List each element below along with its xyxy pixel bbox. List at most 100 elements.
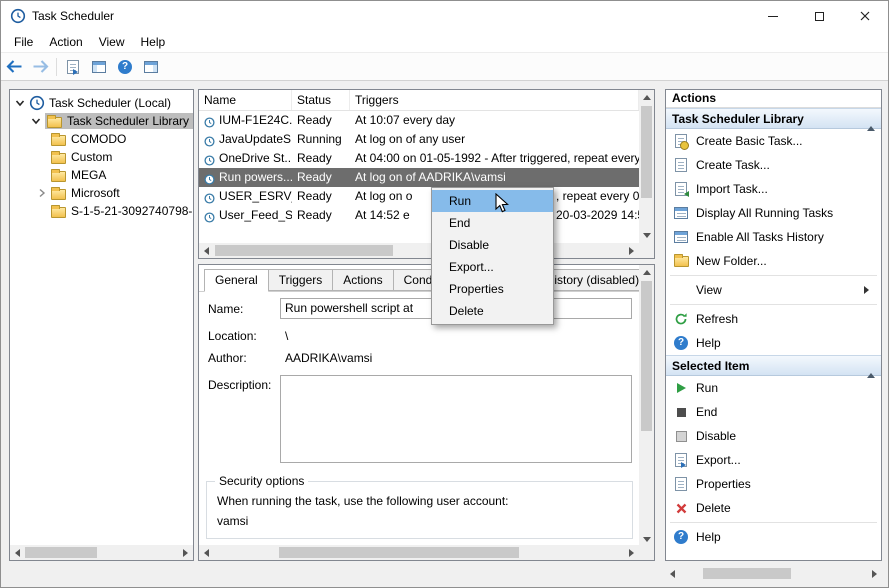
scroll-up-button[interactable]: [639, 265, 654, 280]
action-create-basic-task[interactable]: Create Basic Task...: [666, 129, 881, 153]
task-row[interactable]: User_Feed_S... Ready At 14:52 e20-03-202…: [199, 206, 639, 225]
context-menu-disable[interactable]: Disable: [432, 234, 553, 256]
scroll-right-button[interactable]: [178, 545, 193, 560]
action-pane-button[interactable]: [138, 55, 164, 79]
action-view[interactable]: View: [666, 278, 881, 302]
collapse-icon[interactable]: [867, 112, 875, 126]
action-help-selected[interactable]: Help: [666, 525, 881, 549]
action-create-task[interactable]: Create Task...: [666, 153, 881, 177]
context-menu-export[interactable]: Export...: [432, 256, 553, 278]
menu-action[interactable]: Action: [41, 31, 90, 52]
context-menu-delete[interactable]: Delete: [432, 300, 553, 322]
tree-horizontal-scrollbar[interactable]: [10, 545, 193, 560]
console-tree-button[interactable]: [86, 55, 112, 79]
scroll-down-button[interactable]: [639, 228, 654, 243]
tree-item-library[interactable]: Task Scheduler Library: [10, 112, 193, 130]
action-properties[interactable]: Properties: [666, 472, 881, 496]
task-row[interactable]: OneDrive St... Ready At 04:00 on 01-05-1…: [199, 149, 639, 168]
tree-item-mega[interactable]: MEGA: [10, 166, 193, 184]
scroll-left-button[interactable]: [665, 566, 680, 581]
help-button[interactable]: [112, 55, 138, 79]
close-button[interactable]: [842, 1, 888, 31]
description-field[interactable]: [280, 375, 632, 463]
scroll-right-button[interactable]: [624, 545, 639, 560]
action-label: Help: [696, 336, 721, 350]
column-header-triggers[interactable]: Triggers: [350, 90, 639, 110]
help-icon: [673, 530, 689, 544]
task-row[interactable]: IUM-F1E24C... Ready At 10:07 every day: [199, 111, 639, 130]
tree-item-sid[interactable]: S-1-5-21-3092740798-...: [10, 202, 193, 220]
collapse-expand-icon[interactable]: [15, 98, 25, 108]
scrollbar-thumb[interactable]: [279, 547, 519, 558]
column-header-status[interactable]: Status: [292, 90, 350, 110]
scroll-left-button[interactable]: [10, 545, 25, 560]
action-end[interactable]: End: [666, 400, 881, 424]
actions-group-header-selected-item[interactable]: Selected Item: [666, 355, 881, 376]
collapse-icon[interactable]: [867, 359, 875, 373]
folder-icon: [51, 153, 66, 164]
back-button[interactable]: [1, 55, 27, 79]
task-row-selected[interactable]: Run powers... Ready At log on of AADRIKA…: [199, 168, 639, 187]
task-trigger: At log on of AADRIKA\vamsi: [355, 170, 506, 184]
action-run[interactable]: Run: [666, 376, 881, 400]
export-list-button[interactable]: [60, 55, 86, 79]
forward-button[interactable]: [27, 55, 53, 79]
menu-help[interactable]: Help: [133, 31, 174, 52]
action-display-running-tasks[interactable]: Display All Running Tasks: [666, 201, 881, 225]
task-row[interactable]: JavaUpdateS... Running At log on of any …: [199, 130, 639, 149]
tree-item-root[interactable]: Task Scheduler (Local): [10, 94, 193, 112]
maximize-button[interactable]: [796, 1, 842, 31]
tree-item-comodo[interactable]: COMODO: [10, 130, 193, 148]
task-row[interactable]: USER_ESRV_... Ready At log on o, repeat …: [199, 187, 639, 206]
task-name: User_Feed_S...: [219, 206, 292, 225]
action-help[interactable]: Help: [666, 331, 881, 355]
action-export[interactable]: Export...: [666, 448, 881, 472]
tree-item-microsoft[interactable]: Microsoft: [10, 184, 193, 202]
task-trigger-continued: 20-03-2029 14:5: [556, 206, 639, 225]
details-vertical-scrollbar[interactable]: [639, 265, 654, 547]
tree-item-custom[interactable]: Custom: [10, 148, 193, 166]
action-pane-icon: [144, 61, 158, 73]
tab-general[interactable]: General: [204, 269, 269, 292]
console-tree-icon: [92, 61, 106, 73]
action-refresh[interactable]: Refresh: [666, 307, 881, 331]
actions-horizontal-scrollbar[interactable]: [665, 566, 882, 581]
scroll-left-button[interactable]: [199, 545, 214, 560]
context-menu-properties[interactable]: Properties: [432, 278, 553, 300]
scroll-left-button[interactable]: [199, 243, 214, 258]
details-horizontal-scrollbar[interactable]: [199, 545, 639, 560]
action-delete[interactable]: Delete: [666, 496, 881, 520]
collapse-expand-icon[interactable]: [31, 116, 41, 126]
scroll-up-button[interactable]: [639, 90, 654, 105]
action-import-task[interactable]: Import Task...: [666, 177, 881, 201]
scroll-right-button[interactable]: [867, 566, 882, 581]
scrollbar-thumb[interactable]: [641, 281, 652, 431]
task-list-vertical-scrollbar[interactable]: [639, 90, 654, 243]
scrollbar-thumb[interactable]: [215, 245, 393, 256]
task-list-horizontal-scrollbar[interactable]: [199, 243, 639, 258]
task-name: Run powers...: [219, 168, 292, 187]
run-icon: [673, 383, 689, 393]
context-menu: Run End Disable Export... Properties Del…: [431, 187, 554, 325]
minimize-button[interactable]: [750, 1, 796, 31]
menu-file[interactable]: File: [6, 31, 41, 52]
scrollbar-thumb[interactable]: [703, 568, 791, 579]
context-menu-run[interactable]: Run: [432, 190, 553, 212]
column-header-name[interactable]: Name: [199, 90, 292, 110]
tab-triggers[interactable]: Triggers: [268, 269, 334, 291]
menu-view[interactable]: View: [91, 31, 133, 52]
back-icon: [6, 60, 23, 73]
scroll-right-button[interactable]: [624, 243, 639, 258]
security-options-group: Security options When running the task, …: [206, 481, 633, 539]
delete-icon: [673, 503, 689, 514]
actions-group-header-library[interactable]: Task Scheduler Library: [666, 108, 881, 129]
export-icon: [673, 453, 689, 467]
scrollbar-thumb[interactable]: [25, 547, 97, 558]
scrollbar-thumb[interactable]: [641, 106, 652, 198]
action-disable[interactable]: Disable: [666, 424, 881, 448]
action-new-folder[interactable]: New Folder...: [666, 249, 881, 273]
collapse-expand-icon[interactable]: [37, 188, 47, 198]
action-enable-tasks-history[interactable]: Enable All Tasks History: [666, 225, 881, 249]
context-menu-end[interactable]: End: [432, 212, 553, 234]
tab-actions[interactable]: Actions: [332, 269, 393, 291]
